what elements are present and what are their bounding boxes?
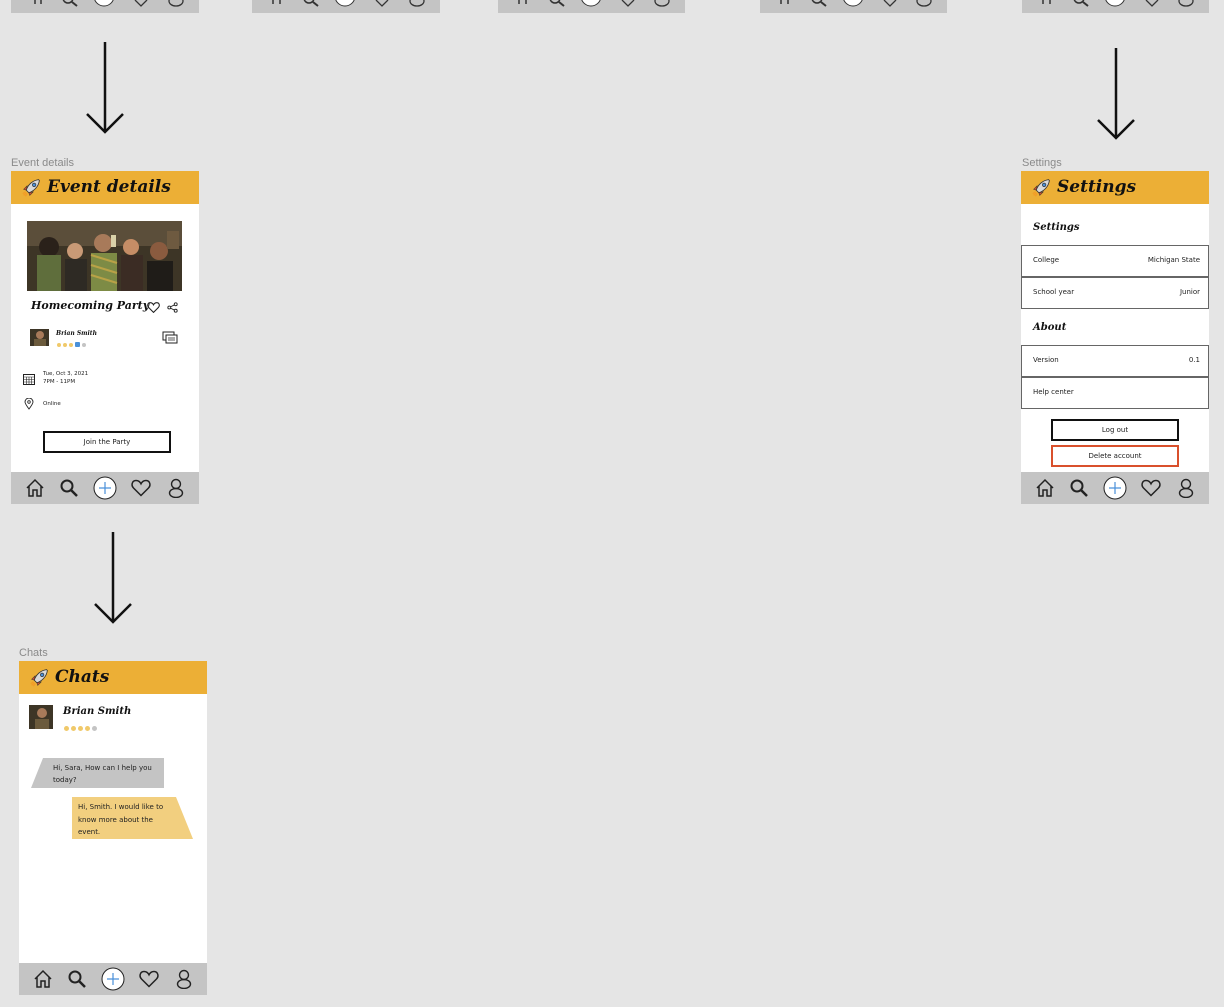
home-icon[interactable] (1035, 478, 1055, 498)
setting-row-version[interactable]: Version 0.1 (1021, 345, 1209, 377)
message-sent-text: Hi, Smith. I would like to know more abo… (78, 803, 164, 836)
contact-rating (64, 724, 99, 731)
message-received-text: Hi, Sara, How can I help you today? (53, 764, 152, 784)
delete-account-button[interactable]: Delete account (1051, 445, 1179, 467)
frame-label-event-details: Event details (11, 157, 74, 169)
event-location: Online (43, 401, 61, 407)
user-icon[interactable] (1176, 478, 1196, 498)
rocket-icon (22, 179, 40, 197)
top-frame-4-navbar (760, 0, 947, 13)
calendar-icon (23, 374, 35, 385)
logout-button[interactable]: Log out (1051, 419, 1179, 441)
user-icon[interactable] (166, 478, 186, 498)
host-rating (57, 341, 88, 347)
flow-arrow-to-settings (1097, 48, 1135, 140)
event-photo (27, 221, 182, 291)
user-icon[interactable] (174, 969, 194, 989)
event-details-screen: Event details Homecoming Party Brian Smi… (11, 171, 199, 504)
contact-name: Brian Smith (63, 706, 132, 717)
heart-icon[interactable] (131, 478, 151, 498)
app-header: Settings (1021, 171, 1209, 204)
heart-icon[interactable] (147, 301, 160, 313)
section-heading-settings: Settings (1033, 222, 1080, 233)
event-name: Homecoming Party (31, 299, 150, 312)
frame-label-chats: Chats (19, 647, 48, 659)
plus-icon[interactable] (1103, 476, 1127, 500)
chat-icon[interactable] (162, 331, 178, 345)
setting-value: Michigan State (1147, 256, 1200, 264)
page-title: Event details (47, 177, 171, 197)
setting-row-help-center[interactable]: Help center (1021, 377, 1209, 409)
plus-icon[interactable] (101, 967, 125, 991)
top-frame-1-nav-icons (34, 0, 184, 7)
bottom-nav (19, 963, 207, 995)
home-icon[interactable] (33, 969, 53, 989)
plus-icon[interactable] (93, 476, 117, 500)
share-icon[interactable] (167, 302, 178, 313)
setting-label: College (1033, 256, 1060, 264)
message-received: Hi, Sara, How can I help you today? (31, 758, 164, 788)
app-header: Event details (11, 171, 199, 204)
search-icon[interactable] (59, 478, 79, 498)
host-name: Brian Smith (56, 330, 97, 337)
setting-row-school-year[interactable]: School year Junior (1021, 277, 1209, 309)
rocket-icon (30, 669, 48, 687)
section-heading-about: About (1033, 322, 1067, 333)
setting-row-college[interactable]: College Michigan State (1021, 245, 1209, 277)
join-party-button[interactable]: Join the Party (43, 431, 171, 453)
setting-label: Help center (1033, 388, 1074, 396)
location-pin-icon (24, 398, 34, 410)
flow-arrow-to-chats (94, 532, 132, 624)
setting-label: Version (1033, 356, 1059, 364)
page-title: Settings (1057, 177, 1137, 197)
bottom-nav (11, 472, 199, 504)
home-icon[interactable] (25, 478, 45, 498)
top-frame-2-nav-icons (272, 0, 425, 7)
setting-label: School year (1033, 288, 1075, 296)
flow-arrow-to-event-details (86, 42, 124, 134)
top-frame-4-nav-icons (780, 0, 932, 7)
top-frame-3-nav-icons (518, 0, 670, 7)
avatar[interactable] (30, 329, 49, 346)
setting-value: Junior (1179, 288, 1200, 296)
event-time: 7PM - 11PM (43, 379, 76, 385)
avatar[interactable] (29, 705, 53, 729)
search-icon[interactable] (67, 969, 87, 989)
heart-icon[interactable] (139, 969, 159, 989)
top-frame-1-navbar (11, 0, 199, 13)
top-frame-2-navbar (252, 0, 440, 13)
app-header: Chats (19, 661, 207, 694)
top-frame-5-nav-icons (1042, 0, 1194, 7)
setting-value: 0.1 (1188, 356, 1200, 364)
message-sent: Hi, Smith. I would like to know more abo… (72, 797, 193, 839)
settings-screen: Settings Settings College Michigan State… (1021, 171, 1209, 504)
chats-screen: Chats Brian Smith Hi, Sara, How can I he… (19, 661, 207, 995)
rocket-icon (1032, 179, 1050, 197)
heart-icon[interactable] (1141, 478, 1161, 498)
search-icon[interactable] (1069, 478, 1089, 498)
frame-label-settings: Settings (1022, 157, 1062, 169)
top-frame-5-navbar (1022, 0, 1209, 13)
page-title: Chats (55, 667, 110, 687)
event-date: Tue, Oct 3, 2021 (43, 371, 89, 377)
top-frame-3-navbar (498, 0, 685, 13)
bottom-nav (1021, 472, 1209, 504)
